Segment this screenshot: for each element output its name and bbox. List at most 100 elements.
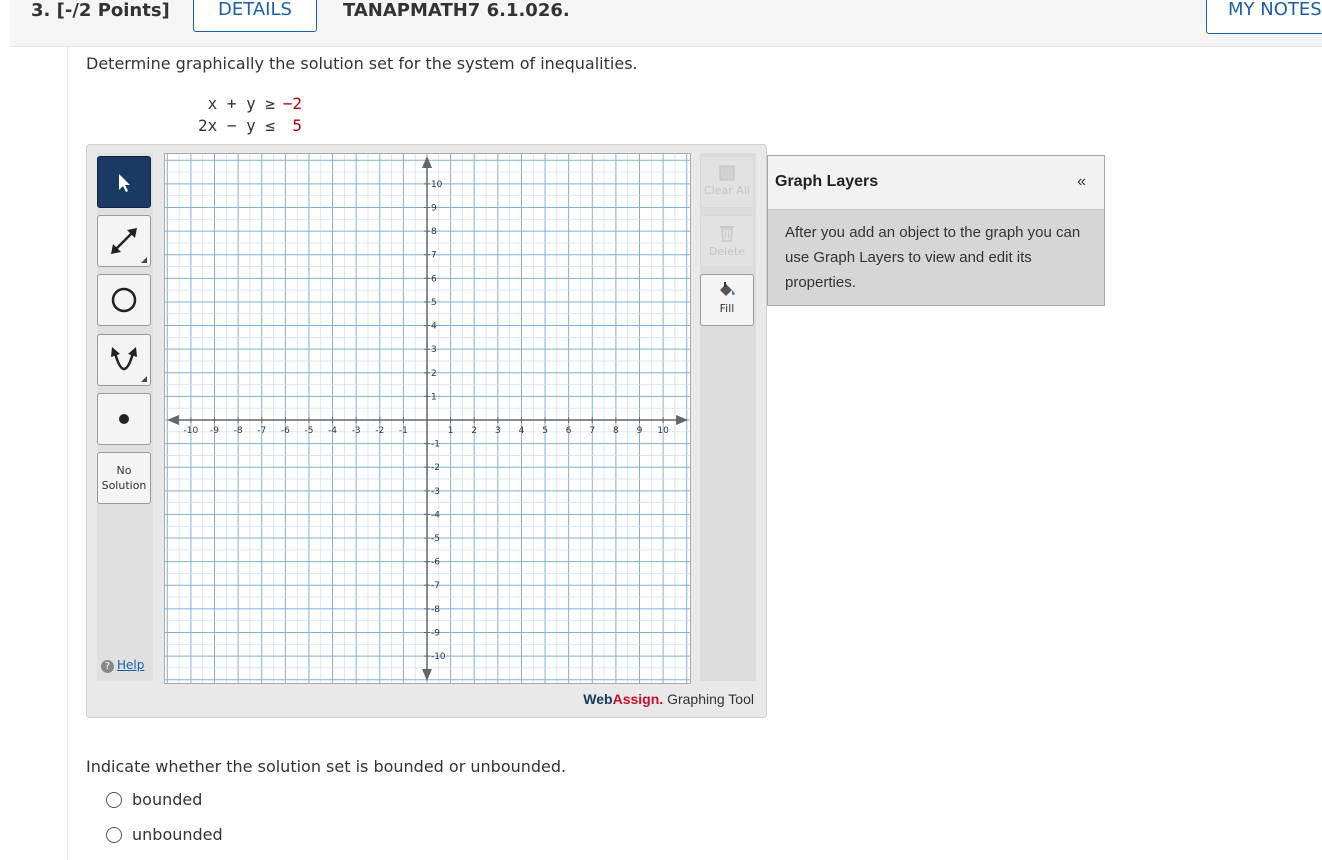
option-label: unbounded [132,825,223,844]
x-tick-label: -9 [210,426,219,436]
x-axis-arrow-left [166,415,179,425]
question-number: 3. [-/2 Points] [31,0,170,21]
no-solution-label: No Solution [101,464,147,492]
option-bounded[interactable]: bounded [106,790,202,809]
option-unbounded[interactable]: unbounded [106,825,223,844]
brand-assign: Assign. [612,691,664,707]
clear-all-button[interactable]: Clear All [700,156,754,208]
webassign-branding: WebAssign. Graphing Tool [583,691,754,707]
y-tick-label: 3 [431,345,437,355]
x-tick-label: 8 [613,426,619,436]
y-tick-label: 1 [431,392,437,402]
x-tick-label: 6 [566,426,572,436]
y-tick-label: 10 [431,180,443,190]
pointer-tool-button[interactable] [97,156,151,208]
inequality-1: x + y ≥ −2 [185,94,302,113]
graph-layers-description: After you add an object to the graph you… [785,224,1081,291]
action-column: Clear All Delete Fill [700,153,756,681]
graph-layers-panel: Graph Layers « After you add an object t… [767,155,1105,306]
x-tick-label: -1 [399,426,408,436]
x-tick-label: -6 [281,426,290,436]
x-tick-label: 7 [589,426,595,436]
y-tick-label: 4 [431,322,437,332]
circle-tool-button[interactable] [97,274,151,326]
graph-layers-title: Graph Layers [775,173,879,190]
more-options-indicator [141,257,147,263]
content-left-border [67,46,68,860]
y-tick-label: -2 [431,463,440,473]
y-tick-label: -4 [431,510,440,520]
y-tick-label: -3 [431,487,440,497]
delete-label: Delete [708,245,746,258]
brand-suffix: Graphing Tool [667,691,754,707]
x-tick-label: 2 [471,426,477,436]
x-tick-label: -5 [304,426,313,436]
paint-bucket-icon [720,282,735,296]
x-tick-label: 9 [637,426,643,436]
x-tick-label: -8 [234,426,243,436]
y-tick-label: 7 [431,251,437,261]
no-solution-button[interactable]: No Solution [97,452,151,504]
option-label: bounded [132,790,203,809]
radio-button[interactable] [106,826,122,843]
parabola-icon [111,347,137,371]
x-tick-label: -4 [328,426,337,436]
more-options-indicator [141,376,147,382]
y-tick-label: 8 [431,227,437,237]
graph-canvas[interactable]: -10 -9 -8 -7 -6 -5 -4 -3 -2 -1 1 2 3 4 5 6 7 8 9 10 -10 -9 -8 -… [164,153,691,684]
inequality-1-lhs: x + y ≥ [207,94,275,113]
tool-column: No Solution [97,153,153,681]
help-link[interactable]: ? Help [101,658,144,673]
fill-button[interactable]: Fill [700,274,754,326]
y-tick-label: -6 [431,558,440,568]
circle-icon [111,287,137,313]
help-icon: ? [101,660,114,673]
delete-button[interactable]: Delete [700,215,754,267]
x-tick-label: -7 [257,426,266,436]
details-button[interactable]: DETAILS [193,0,317,32]
x-tick-label: 1 [448,426,454,436]
y-tick-label: 6 [431,274,437,284]
line-tool-button[interactable] [97,215,151,267]
question-prompt: Determine graphically the solution set f… [86,54,638,73]
fill-label: Fill [719,302,735,315]
graph-layers-header: Graph Layers « [768,156,1104,210]
clear-all-label: Clear All [704,184,750,197]
trash-icon [720,226,734,242]
double-arrow-line-icon [111,228,137,254]
arrow-pointer-icon [119,174,130,192]
y-tick-label: -5 [431,534,440,544]
inequality-2-rhs: 5 [292,116,302,135]
clear-all-icon [719,165,735,181]
my-notes-button[interactable]: MY NOTES [1206,0,1322,34]
y-axis-arrow-up [422,156,432,168]
x-tick-label: -2 [375,426,384,436]
parabola-tool-button[interactable] [97,334,151,386]
y-tick-label: 5 [431,298,437,308]
y-tick-label: -1 [431,440,440,450]
inequality-2-lhs: 2x − y ≤ [197,116,275,135]
question-code: TANAPMATH7 6.1.026. [343,0,570,21]
y-tick-label: -10 [431,652,446,662]
collapse-icon[interactable]: « [1077,173,1086,191]
x-tick-label: -10 [184,426,199,436]
help-label: Help [117,658,145,672]
x-tick-label: 5 [542,426,548,436]
x-tick-label: 4 [519,426,525,436]
point-icon [119,414,129,424]
inequality-1-rhs: −2 [282,94,302,113]
inequality-2: 2x − y ≤ 5 [185,116,302,135]
y-tick-label: -7 [431,581,440,591]
question-header: 3. [-/2 Points] DETAILS TANAPMATH7 6.1.0… [10,0,1322,47]
y-tick-label: 2 [431,369,437,379]
bounded-question-prompt: Indicate whether the solution set is bou… [86,757,567,776]
x-tick-label: 10 [657,426,669,436]
graphing-tool: No Solution ? Help -10 -9 -8 -7 -6 -5 -4 -3 -2 -1 1… [86,144,767,718]
y-tick-label: -9 [431,628,440,638]
brand-web: Web [583,691,613,707]
point-tool-button[interactable] [97,393,151,445]
x-tick-label: 3 [495,426,501,436]
x-tick-label: -3 [352,426,361,436]
radio-button[interactable] [106,791,122,808]
y-tick-label: 9 [431,203,437,213]
